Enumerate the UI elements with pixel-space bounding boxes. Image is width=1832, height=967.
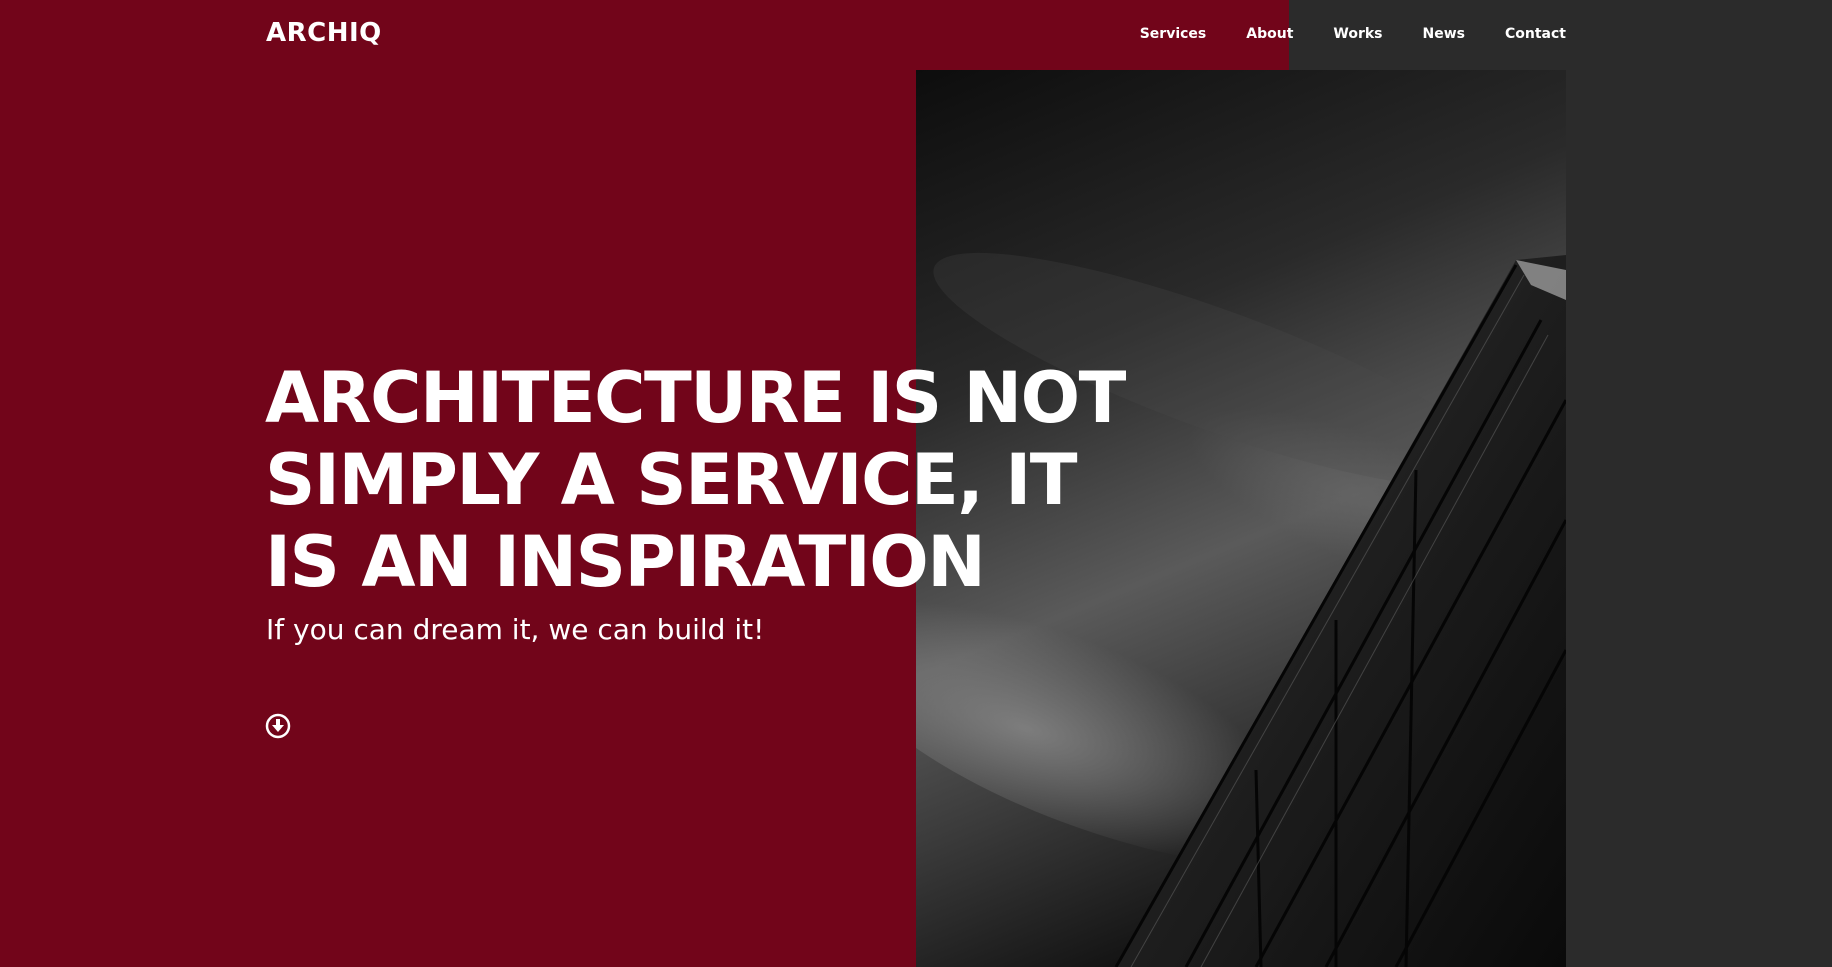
nav-link-works[interactable]: Works — [1333, 26, 1382, 42]
hero-title-line: SIMPLY A SERVICE, IT — [265, 439, 1078, 521]
site-header: ARCHIQ Services About Works News Contact — [0, 0, 1832, 70]
nav-link-services[interactable]: Services — [1140, 26, 1207, 42]
nav-link-news[interactable]: News — [1423, 26, 1465, 42]
hero-subtitle: If you can dream it, we can build it! — [266, 613, 765, 646]
hero-title-line: ARCHITECTURE IS NOT — [265, 357, 1126, 439]
main-nav: Services About Works News Contact — [1140, 26, 1566, 42]
brand-logo[interactable]: ARCHIQ — [266, 18, 382, 48]
nav-link-contact[interactable]: Contact — [1505, 26, 1566, 42]
nav-link-about[interactable]: About — [1246, 26, 1293, 42]
hero-title: ARCHITECTURE IS NOT SIMPLY A SERVICE, IT… — [265, 357, 1126, 603]
arrow-down-circle-icon — [265, 713, 291, 739]
hero-title-line: IS AN INSPIRATION — [265, 521, 986, 603]
scroll-down-button[interactable] — [265, 713, 291, 739]
